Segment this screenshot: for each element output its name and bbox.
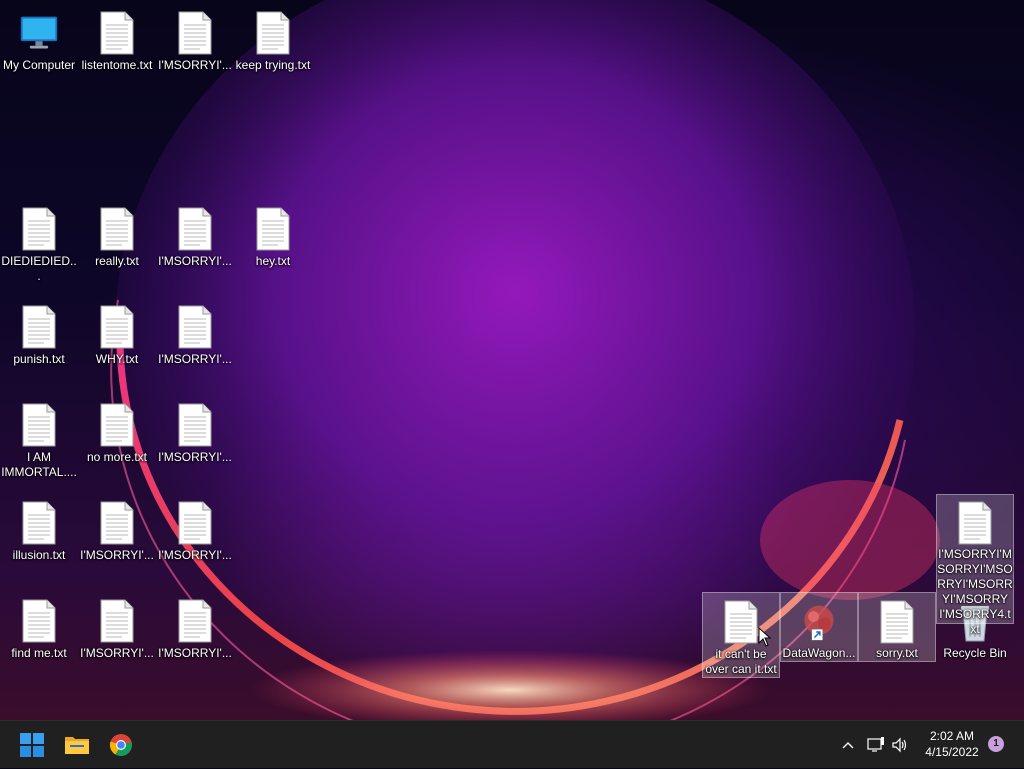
mouse-cursor <box>758 626 772 652</box>
desktop-icon-text-file[interactable]: illusion.txt <box>0 494 78 563</box>
notification-badge[interactable]: 1 <box>988 736 1004 752</box>
desktop-icon-text-file[interactable]: no more.txt <box>78 396 156 465</box>
icon-label: My Computer <box>2 58 76 72</box>
desktop-icon-text-file[interactable]: find me.txt <box>0 592 78 661</box>
volume-icon <box>892 737 907 753</box>
computer-icon <box>19 10 59 56</box>
desktop-icon-text-file[interactable]: I'MSORRYI'... <box>156 200 234 269</box>
desktop-icon-text-file[interactable]: really.txt <box>78 200 156 269</box>
icon-label: I AM IMMORTAL.... <box>1 450 77 479</box>
text-file-icon <box>955 501 995 545</box>
icon-label: I'MSORRYI'... <box>80 548 154 562</box>
desktop-icon-text-file[interactable]: punish.txt <box>0 298 78 367</box>
desktop-icon-text-file[interactable]: I AM IMMORTAL.... <box>0 396 78 480</box>
text-file-icon <box>97 402 137 448</box>
desktop-icon-text-file[interactable]: I'MSORRYI'... <box>78 592 156 661</box>
start-button[interactable] <box>14 727 50 763</box>
icon-label: I'MSORRYI'... <box>158 58 232 72</box>
desktop-icon-text-file[interactable]: hey.txt <box>234 200 312 269</box>
text-file-icon <box>97 598 137 644</box>
text-file-icon <box>19 402 59 448</box>
desktop: My Computer DIEDIEDIED... punish.txt I A… <box>0 0 1024 720</box>
icon-label: keep trying.txt <box>235 58 311 72</box>
file-explorer-button[interactable] <box>59 727 95 763</box>
chevron-up-icon <box>842 742 854 749</box>
desktop-icon-text-file[interactable]: WHY.txt <box>78 298 156 367</box>
icon-label: I'MSORRYI'... <box>158 352 232 366</box>
icon-label: hey.txt <box>255 254 291 268</box>
text-file-icon <box>175 304 215 350</box>
text-file-icon <box>877 599 917 644</box>
desktop-icon-text-file[interactable]: I'MSORRYI'... <box>156 298 234 367</box>
text-file-icon <box>19 206 59 252</box>
icon-label: really.txt <box>95 254 139 268</box>
icon-label: DIEDIEDIED... <box>1 254 77 283</box>
clock-date: 4/15/2022 <box>925 745 979 759</box>
text-file-icon <box>97 304 137 350</box>
text-file-icon <box>175 206 215 252</box>
volume-button[interactable] <box>888 721 912 769</box>
icon-label: I'MSORRYI'... <box>158 450 232 464</box>
text-file-icon <box>19 598 59 644</box>
icon-label: I'MSORRYI'... <box>158 254 232 268</box>
text-file-icon <box>19 500 59 546</box>
desktop-icon-text-file[interactable]: sorry.txt <box>858 592 936 662</box>
desktop-icon-my-computer[interactable]: My Computer <box>0 4 78 73</box>
icon-label: I'MSORRYI'... <box>158 646 232 660</box>
icon-label: illusion.txt <box>12 548 66 562</box>
show-hidden-icons-button[interactable] <box>838 721 858 769</box>
text-file-icon <box>253 10 293 56</box>
text-file-icon <box>721 599 761 645</box>
text-file-icon <box>253 206 293 252</box>
text-file-icon <box>175 500 215 546</box>
desktop-icon-text-file[interactable]: DIEDIEDIED... <box>0 200 78 284</box>
icon-label: I'MSORRYI'... <box>80 646 154 660</box>
network-icon <box>867 737 884 752</box>
text-file-icon <box>19 304 59 350</box>
text-file-icon <box>175 598 215 644</box>
text-file-icon <box>97 206 137 252</box>
desktop-icon-text-file[interactable]: I'MSORRYI'... <box>156 396 234 465</box>
text-file-icon <box>175 402 215 448</box>
chrome-button[interactable] <box>103 727 139 763</box>
icon-label: WHY.txt <box>95 352 139 366</box>
desktop-icon-text-file[interactable]: I'MSORRYI'... <box>156 494 234 563</box>
clock-time: 2:02 AM <box>929 729 975 743</box>
desktop-icon-text-file[interactable]: I'MSORRYI'... <box>78 494 156 563</box>
clock[interactable]: 2:02 AM 4/15/2022 <box>914 728 990 760</box>
text-file-icon <box>97 10 137 56</box>
file-explorer-icon <box>65 737 89 754</box>
icon-label: listentome.txt <box>81 58 153 72</box>
icon-label: DataWagon... <box>782 646 856 660</box>
icon-label: I'MSORRYI'MSORRYI'MSORRYI'MSORRYI'MSORRY… <box>937 547 1013 636</box>
text-file-icon <box>97 500 137 546</box>
icon-label: Recycle Bin <box>943 646 1007 660</box>
text-file-icon <box>175 10 215 56</box>
desktop-icon-shortcut[interactable]: DataWagon... <box>780 592 858 662</box>
desktop-icon-text-file[interactable]: I'MSORRYI'MSORRYI'MSORRYI'MSORRYI'MSORRY… <box>936 494 1014 636</box>
icon-label: I'MSORRYI'... <box>158 548 232 562</box>
icon-label: punish.txt <box>13 352 65 366</box>
network-button[interactable] <box>864 721 888 769</box>
desktop-icon-text-file[interactable]: listentome.txt <box>78 4 156 73</box>
chrome-icon <box>109 734 132 756</box>
desktop-icon-text-file[interactable]: keep trying.txt <box>234 4 312 73</box>
shortcut-icon <box>799 599 839 644</box>
desktop-icon-text-file[interactable]: I'MSORRYI'... <box>156 592 234 661</box>
icon-label: sorry.txt <box>876 646 918 660</box>
taskbar: 2:02 AM 4/15/2022 <box>0 720 1024 768</box>
desktop-icon-text-file[interactable]: I'MSORRYI'... <box>156 4 234 73</box>
icon-label: no more.txt <box>86 450 148 464</box>
icon-label: find me.txt <box>11 646 67 660</box>
windows-start-icon <box>20 733 44 757</box>
